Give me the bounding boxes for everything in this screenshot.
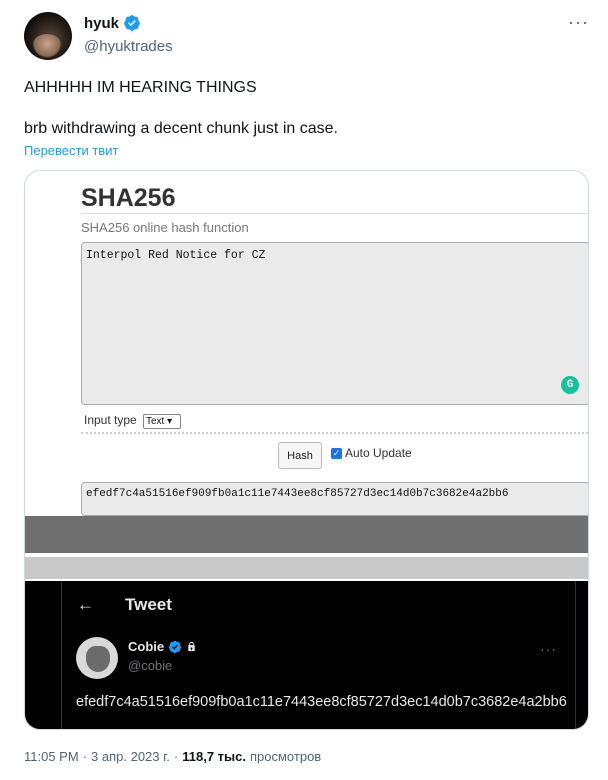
separator-dot: · [173,749,179,764]
author-handle[interactable]: @hyuktrades [84,38,173,55]
author-display-name[interactable]: hyuk [84,14,141,32]
input-type-select: Text ▾ [143,414,181,429]
image-gray-band [25,557,588,579]
views-label: просмотров [250,749,322,764]
divider [81,213,588,214]
embedded-tweet-screenshot: ← Tweet Cobie @cobie ··· efedf7c4a51516e… [25,581,588,729]
grammarly-icon: G [561,376,579,394]
sha-page-subtitle: SHA256 online hash function [81,220,249,235]
back-arrow-icon: ← [77,595,94,614]
translate-tweet-link[interactable]: Перевести твит [24,143,118,158]
separator-dot: · [82,749,88,764]
lock-icon [188,641,195,652]
auto-update-checkbox: ✓ Auto Update [331,446,412,460]
tweet-metadata: 11:05 PM · 3 апр. 2023 г. · 118,7 тыс. п… [24,749,321,764]
verified-badge-icon [124,15,140,31]
tweet-date[interactable]: 3 апр. 2023 г. [91,749,170,764]
embedded-author-display-name: Cobie [128,639,197,654]
embedded-tweet-panel: ← Tweet Cobie @cobie ··· efedf7c4a51516e… [61,581,576,729]
hash-input-textarea: Interpol Red Notice for CZ G [81,242,588,405]
verified-badge-icon [169,640,182,653]
author-avatar[interactable] [24,12,72,60]
embedded-author-handle: @cobie [128,658,173,673]
tweet-text-line: AHHHHH IM HEARING THINGS [24,79,257,96]
hash-button: Hash [278,442,322,469]
tweet-time[interactable]: 11:05 PM [24,749,79,764]
embedded-tweet-header: Tweet [125,595,172,614]
hash-output-field: efedf7c4a51516ef909fb0a1c11e7443ee8cf857… [81,482,588,516]
sha-page-title: SHA256 [81,184,176,212]
hash-input-text: Interpol Red Notice for CZ [86,249,266,262]
embedded-author-avatar [76,637,118,679]
author-name[interactable]: hyuk [84,15,119,32]
input-type-value: Text [146,416,165,427]
tweet-media-image[interactable]: SHA256 SHA256 online hash function Inter… [24,170,589,730]
input-type-label: Input type [84,413,137,427]
embedded-author-name: Cobie [128,639,165,654]
divider [81,432,588,434]
views-count[interactable]: 118,7 тыс. [182,749,246,764]
more-icon: ··· [540,641,557,657]
auto-update-label: Auto Update [345,446,412,460]
tweet-text-line: brb withdrawing a decent chunk just in c… [24,120,338,137]
image-gray-band [25,516,588,553]
more-icon[interactable]: ··· [568,13,588,36]
checkbox-checked-icon: ✓ [331,447,342,459]
embedded-tweet-text: efedf7c4a51516ef909fb0a1c11e7443ee8cf857… [76,694,567,710]
